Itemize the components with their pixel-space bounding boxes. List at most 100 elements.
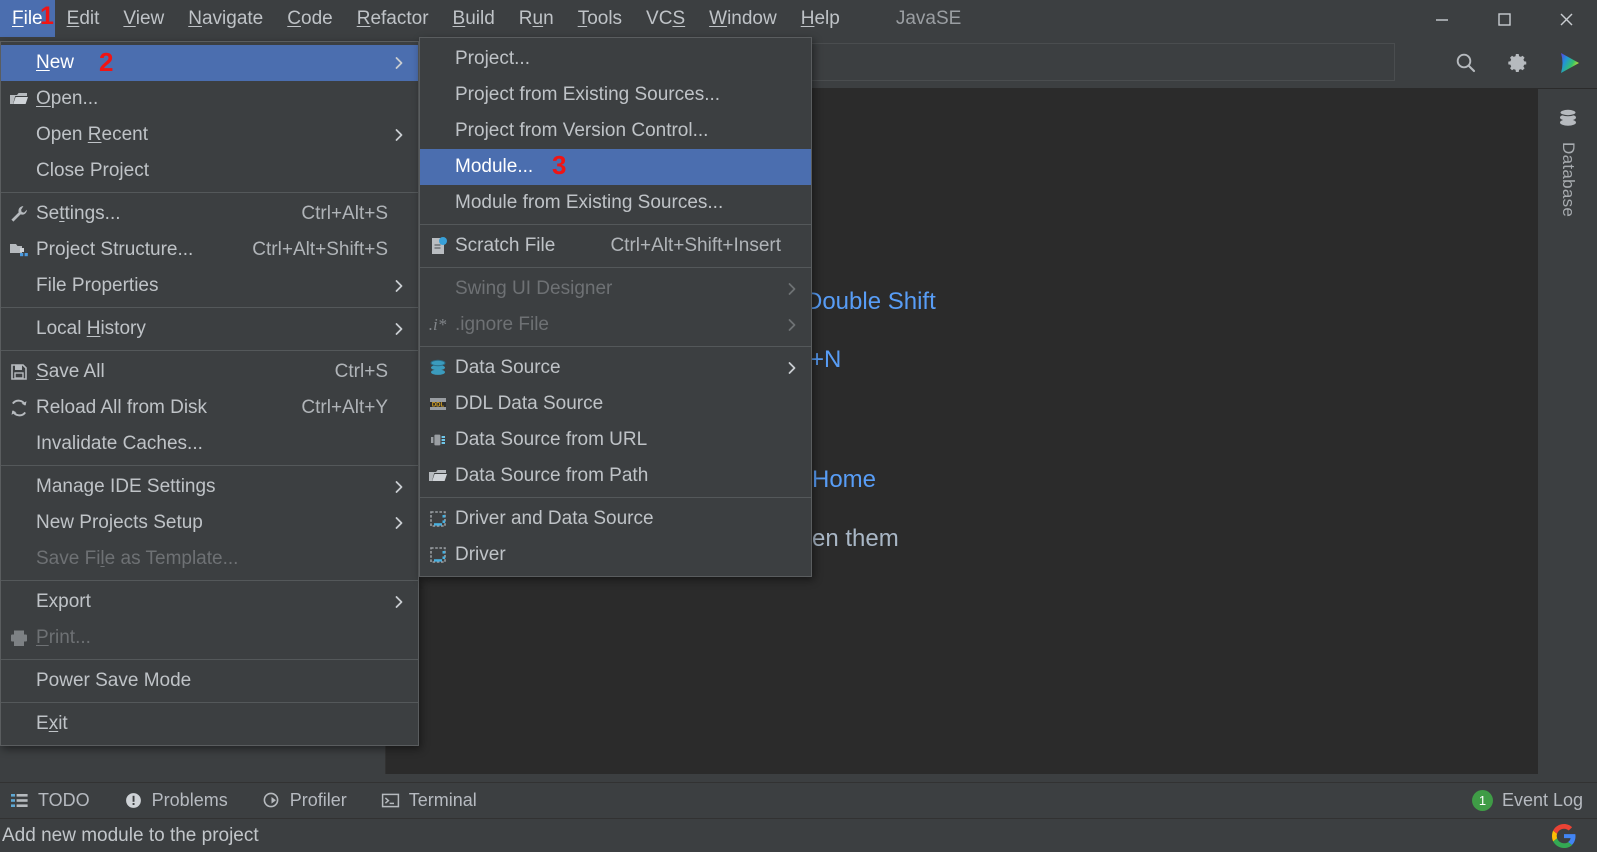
file-menu-item-print: Print... (1, 620, 418, 656)
new-menu-item-module[interactable]: Module... 3 (420, 149, 811, 185)
menubar-item-vcs[interactable]: VCS (634, 0, 697, 37)
tool-window-button-terminal[interactable]: Terminal (381, 790, 477, 811)
annotation-marker-1: 1 (40, 2, 54, 30)
menubar-item-label: Help (800, 7, 840, 29)
tool-window-button-profiler[interactable]: Profiler (262, 790, 347, 811)
menubar-item-code[interactable]: Code (275, 0, 344, 37)
menu-item-label: Power Save Mode (36, 670, 192, 691)
menubar-item-label: Build (452, 7, 495, 29)
run-icon[interactable] (1557, 50, 1583, 76)
menu-item-label: Data Source from URL (455, 429, 648, 450)
menubar-item-navigate[interactable]: Navigate (176, 0, 275, 37)
folder-icon (1, 89, 36, 109)
search-icon[interactable] (1453, 50, 1479, 76)
new-menu-item-driver[interactable]: Driver (420, 537, 811, 573)
file-menu-item-file-properties[interactable]: File Properties (1, 268, 418, 304)
editor-hint-line: Double Shift (805, 288, 936, 315)
file-menu-item-invalidate-caches[interactable]: Invalidate Caches... (1, 426, 418, 462)
tool-tab-database[interactable]: Database (1543, 107, 1593, 217)
scratch-file-icon (420, 236, 455, 256)
wrench-icon (1, 204, 36, 224)
file-menu-item-export[interactable]: Export (1, 584, 418, 620)
close-button[interactable] (1535, 0, 1597, 37)
menu-item-label: Exit (36, 713, 68, 734)
submenu-arrow-icon (388, 279, 410, 293)
new-menu-item-ddl-data-source[interactable]: DDL DDL Data Source (420, 386, 811, 422)
menubar-item-help[interactable]: Help (789, 0, 852, 37)
event-log-badge: 1 (1471, 790, 1493, 811)
menubar-item-build[interactable]: Build (441, 0, 507, 37)
menubar-item-tools[interactable]: Tools (566, 0, 634, 37)
file-menu-item-open-recent[interactable]: Open Recent (1, 117, 418, 153)
new-menu-item-project-from-existing-sources[interactable]: Project from Existing Sources... (420, 77, 811, 113)
driver-icon (420, 509, 455, 529)
file-menu-item-open[interactable]: Open... (1, 81, 418, 117)
menu-item-label: Driver (455, 544, 506, 565)
minimize-button[interactable] (1411, 0, 1473, 37)
file-menu-item-exit[interactable]: Exit (1, 706, 418, 742)
menu-item-label: Scratch File (455, 235, 556, 256)
new-menu-item-module-from-existing-sources[interactable]: Module from Existing Sources... (420, 185, 811, 221)
menubar-item-label: Tools (577, 7, 623, 29)
file-menu-item-manage-ide-settings[interactable]: Manage IDE Settings (1, 469, 418, 505)
new-menu-item-project[interactable]: Project... (420, 41, 811, 77)
menu-separator (1, 307, 418, 308)
menu-item-label: Project... (455, 48, 530, 69)
tool-tab-database-label: Database (1559, 142, 1578, 218)
new-menu-item-scratch-file[interactable]: Scratch File Ctrl+Alt+Shift+Insert (420, 228, 811, 264)
menu-item-shortcut: Ctrl+S (334, 361, 388, 382)
tool-window-button-todo[interactable]: TODO (10, 790, 90, 811)
file-menu-item-save-all[interactable]: Save All Ctrl+S (1, 354, 418, 390)
svg-text:DDL: DDL (431, 402, 444, 408)
menubar-item-refactor[interactable]: Refactor (345, 0, 441, 37)
file-menu-item-power-save-mode[interactable]: Power Save Mode (1, 663, 418, 699)
new-menu-item-driver-and-data-source[interactable]: Driver and Data Source (420, 501, 811, 537)
submenu-arrow-icon (781, 282, 803, 296)
tool-window-button-problems[interactable]: Problems (124, 790, 228, 811)
file-menu-item-new[interactable]: New 2 (1, 45, 418, 81)
new-menu-item-data-source-from-path[interactable]: Data Source from Path (420, 458, 811, 494)
menubar-item-label: Window (709, 7, 777, 29)
menubar-item-view[interactable]: View (111, 0, 176, 37)
menubar-item-file[interactable]: File 1 (0, 0, 55, 37)
submenu-arrow-icon (388, 56, 410, 70)
menu-separator (420, 224, 811, 225)
submenu-arrow-icon (388, 516, 410, 530)
menubar-item-label: Refactor (356, 7, 429, 29)
gear-icon[interactable] (1505, 50, 1531, 76)
maximize-button[interactable] (1473, 0, 1535, 37)
tool-window-button-label: TODO (38, 790, 90, 810)
file-menu-item-project-structure[interactable]: Project Structure... Ctrl+Alt+Shift+S (1, 232, 418, 268)
new-menu-item-data-source-from-url[interactable]: Data Source from URL (420, 422, 811, 458)
reload-icon (1, 398, 36, 418)
file-menu-item-close-project[interactable]: Close Project (1, 153, 418, 189)
file-menu-item-reload-all-from-disk[interactable]: Reload All from Disk Ctrl+Alt+Y (1, 390, 418, 426)
toolbar-actions (1453, 37, 1583, 89)
editor-hint-line: +N (810, 346, 842, 373)
editor-hint-line: en them (812, 525, 899, 552)
window-controls (1411, 0, 1597, 37)
project-structure-icon (1, 240, 36, 260)
menubar-item-run[interactable]: Run (507, 0, 566, 37)
menubar-item-label: File (12, 7, 43, 29)
event-log-button[interactable]: 1 Event Log (1471, 790, 1583, 811)
file-menu-item-new-projects-setup[interactable]: New Projects Setup (1, 505, 418, 541)
terminal-icon (381, 791, 400, 810)
menu-separator (420, 346, 811, 347)
menu-item-label: Save File as Template... (36, 548, 239, 569)
menu-item-label: Data Source from Path (455, 465, 649, 486)
annotation-marker-2: 2 (99, 47, 114, 77)
menu-item-label: Invalidate Caches... (36, 433, 203, 454)
menu-item-label: Close Project (36, 160, 149, 181)
menubar-item-window[interactable]: Window (697, 0, 789, 37)
new-menu-item-data-source[interactable]: Data Source (420, 350, 811, 386)
todo-icon (10, 791, 29, 810)
menubar-item-edit[interactable]: Edit (55, 0, 112, 37)
new-menu-item-project-from-version-control[interactable]: Project from Version Control... (420, 113, 811, 149)
menu-separator (1, 192, 418, 193)
menu-item-label: Open Recent (36, 124, 148, 145)
file-menu-item-settings[interactable]: Settings... Ctrl+Alt+S (1, 196, 418, 232)
menu-separator (1, 465, 418, 466)
file-menu-item-local-history[interactable]: Local History (1, 311, 418, 347)
menu-item-label: .ignore File (455, 314, 549, 335)
